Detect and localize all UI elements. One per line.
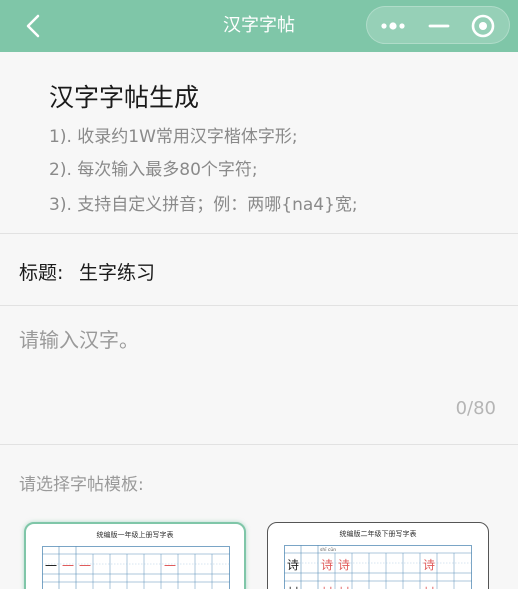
practice-grid-preview: shī cūn 诗 诗 诗 诗 村 村 村 村: [284, 545, 472, 589]
character-counter: 0/80: [455, 398, 496, 419]
hanzi-input[interactable]: [19, 324, 499, 404]
template-trace-char-1: 一: [164, 559, 176, 573]
title-field-value[interactable]: 生字练习: [79, 258, 155, 285]
more-button[interactable]: [375, 13, 411, 39]
close-button[interactable]: [468, 11, 498, 41]
template-card-grade2[interactable]: 统编版二年级下册写字表 shī cūn 诗 诗 诗 诗 村 村 村 村: [267, 522, 489, 589]
navigation-bar: 汉字字帖: [0, 0, 518, 52]
intro-section: 汉字字帖生成 1). 收录约1W常用汉字楷体字形; 2). 每次输入最多80个字…: [0, 52, 518, 233]
template-card-title: 统编版二年级下册写字表: [339, 530, 417, 538]
template-char-1: 诗: [287, 558, 299, 572]
intro-line-3: 3). 支持自定义拼音；例：两哪{na4}宽;: [49, 195, 358, 215]
template-trace-char-1: 诗: [338, 558, 350, 572]
template-trace-char-1: 诗: [423, 558, 435, 572]
template-char-1: 一: [45, 559, 57, 573]
more-dots-icon: [381, 22, 405, 30]
intro-title: 汉字字帖生成: [49, 83, 200, 112]
template-card-grade1[interactable]: 统编版一年级上册写字表 一 一 一 一 二 二 二 二: [24, 522, 246, 589]
title-field-label: 标题:: [19, 262, 64, 284]
minimize-icon: [428, 24, 450, 28]
hanzi-input-area: 0/80: [0, 306, 518, 444]
template-trace-char-1: 一: [62, 559, 74, 573]
template-section-label: 请选择字帖模板:: [19, 475, 144, 495]
intro-line-1: 1). 收录约1W常用汉字楷体字形;: [49, 127, 298, 147]
template-card-title: 统编版一年级上册写字表: [96, 531, 174, 539]
title-field-row[interactable]: 标题: 生字练习: [0, 234, 518, 305]
intro-line-2: 2). 每次输入最多80个字符;: [49, 160, 258, 180]
template-trace-char-1: 一: [79, 559, 91, 573]
template-pinyin: shī cūn: [320, 547, 336, 553]
divider: [0, 444, 518, 445]
minimize-button[interactable]: [425, 13, 453, 39]
practice-grid-preview: 一 一 一 一 二 二 二 二: [42, 546, 230, 589]
mini-program-capsule: [366, 6, 510, 44]
close-circle-icon: [471, 14, 495, 38]
template-trace-char-1: 诗: [321, 558, 333, 572]
